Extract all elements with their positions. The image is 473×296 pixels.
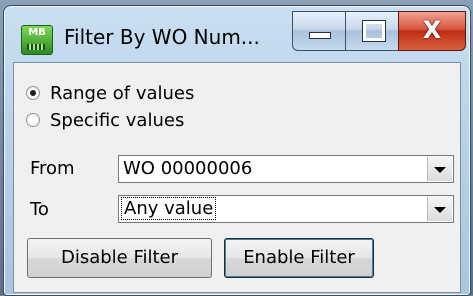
maximize-icon bbox=[362, 20, 386, 42]
specific-values-option[interactable]: Specific values bbox=[26, 108, 184, 132]
maximize-button[interactable] bbox=[345, 11, 399, 51]
from-dropdown-arrow-icon[interactable] bbox=[427, 157, 452, 181]
app-icon[interactable]: MB bbox=[21, 25, 53, 55]
minimize-button[interactable] bbox=[292, 11, 346, 51]
from-value: WO 00000006 bbox=[123, 158, 253, 179]
from-label: From bbox=[30, 158, 75, 179]
range-radio[interactable] bbox=[26, 86, 40, 100]
app-icon-bar bbox=[27, 44, 45, 50]
disable-filter-button[interactable]: Disable Filter bbox=[27, 238, 212, 278]
caption-buttons: X bbox=[292, 11, 466, 51]
to-label: To bbox=[30, 199, 49, 220]
minimize-icon bbox=[309, 32, 331, 39]
to-value: Any value bbox=[121, 197, 217, 220]
range-of-values-option[interactable]: Range of values bbox=[26, 81, 194, 105]
enable-filter-button[interactable]: Enable Filter bbox=[224, 238, 374, 278]
filter-window: MB Filter By WO Num... X Range of values… bbox=[3, 5, 471, 296]
to-dropdown-arrow-icon[interactable] bbox=[427, 197, 452, 221]
specific-radio-label[interactable]: Specific values bbox=[50, 110, 184, 131]
title-bar[interactable]: MB Filter By WO Num... X bbox=[4, 6, 470, 62]
to-combobox[interactable]: Any value bbox=[118, 195, 454, 223]
range-radio-label[interactable]: Range of values bbox=[50, 83, 194, 104]
app-icon-label: MB bbox=[28, 27, 46, 38]
from-combobox[interactable]: WO 00000006 bbox=[118, 155, 454, 183]
window-title: Filter By WO Num... bbox=[64, 25, 260, 49]
close-button[interactable]: X bbox=[398, 11, 466, 51]
filter-panel: Range of values Specific values From WO … bbox=[13, 62, 461, 293]
specific-radio[interactable] bbox=[26, 113, 40, 127]
close-icon: X bbox=[422, 16, 442, 44]
